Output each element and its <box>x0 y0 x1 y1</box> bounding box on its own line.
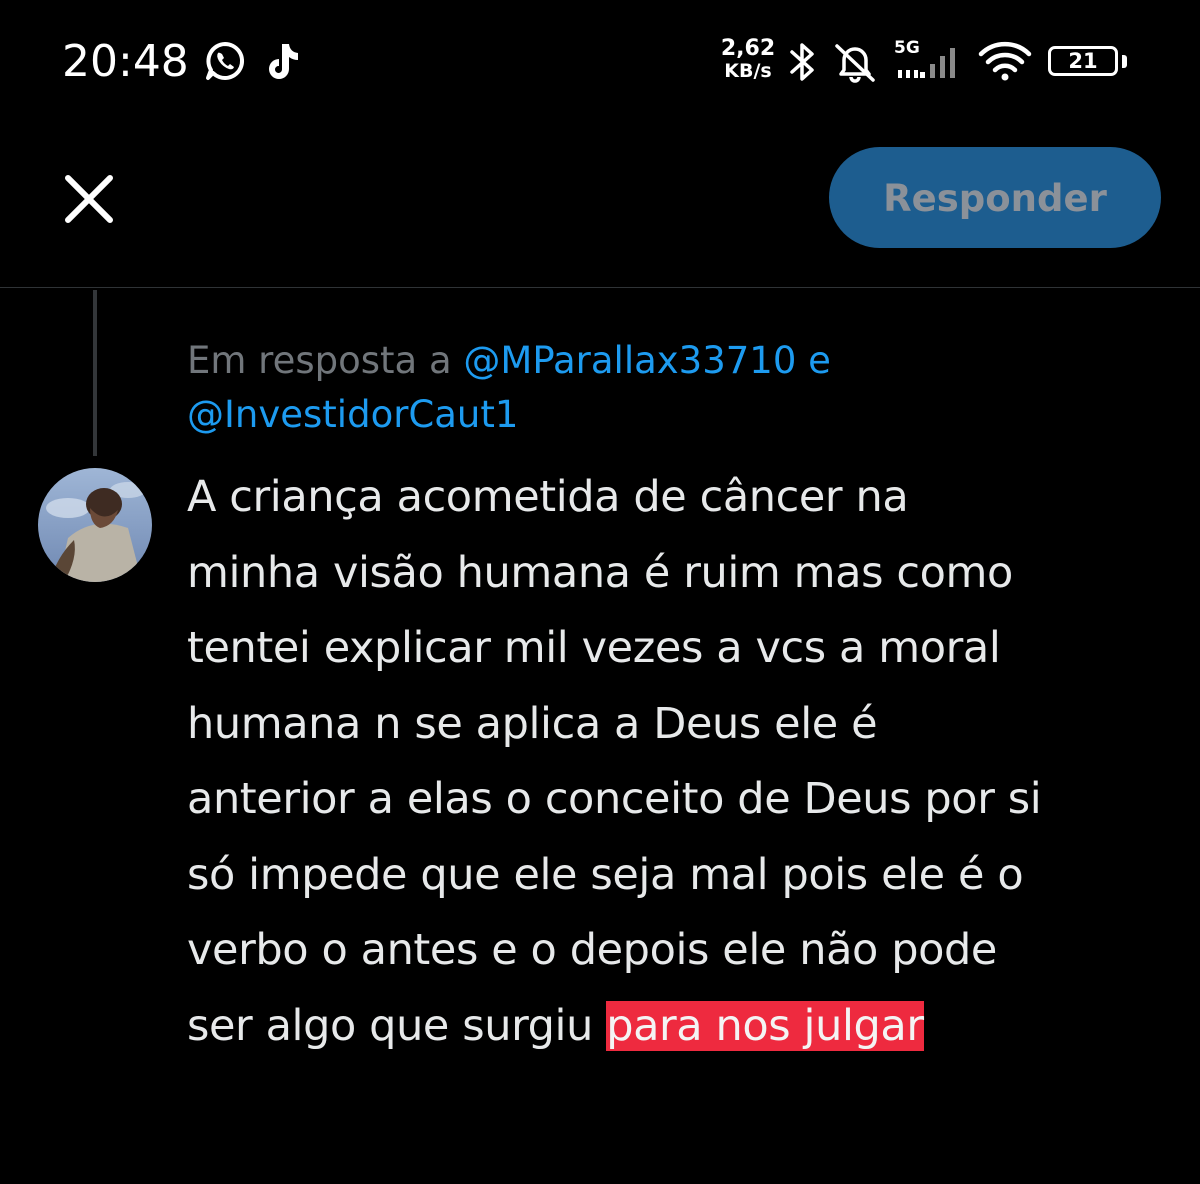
tiktok-icon <box>269 44 298 79</box>
header-divider <box>0 287 1200 288</box>
status-bar: 20:48 2,62 KB/s 5G 21 <box>0 0 1200 130</box>
tweet-line: verbo o antes e o depois ele não pode <box>187 925 997 975</box>
reply-context: Em resposta a @MParallax33710 e @Investi… <box>187 334 1147 442</box>
signal-icon <box>898 48 955 78</box>
network-speed-unit: KB/s <box>724 60 772 82</box>
avatar-image <box>38 468 152 582</box>
mention-link-1[interactable]: @MParallax33710 <box>463 339 796 382</box>
tweet-line: só impede que ele seja mal pois ele é o <box>187 849 1024 900</box>
battery-level: 21 <box>1068 49 1098 73</box>
bluetooth-icon <box>790 43 814 81</box>
mention-link-2[interactable]: @InvestidorCaut1 <box>187 393 518 436</box>
battery-icon: 21 <box>1048 46 1118 76</box>
reply-button[interactable]: Responder <box>829 147 1161 248</box>
tweet-line: tentei explicar mil vezes a vcs a moral <box>187 623 1001 673</box>
wifi-icon <box>978 41 1032 81</box>
mention-conjunction: e <box>808 339 831 382</box>
whatsapp-icon <box>206 41 245 80</box>
mute-icon <box>835 44 875 83</box>
close-button[interactable] <box>58 168 120 230</box>
network-speed: 2,62 KB/s <box>720 36 776 83</box>
tweet-line: minha visão humana é ruim mas como <box>187 547 1013 598</box>
tweet-line: humana n se aplica a Deus ele é <box>187 698 878 749</box>
status-time: 20:48 <box>62 36 189 87</box>
avatar[interactable] <box>38 468 152 582</box>
tweet-text: A criança acometida de câncer na minha v… <box>187 460 1177 1064</box>
network-speed-value: 2,62 <box>720 36 776 61</box>
reply-context-prefix: Em resposta a <box>187 339 452 382</box>
tweet-line: A criança acometida de câncer na <box>187 472 909 522</box>
tweet-line: ser algo que surgiu <box>187 1000 607 1051</box>
thread-line <box>93 290 97 456</box>
tweet-line: anterior a elas o conceito de Deus por s… <box>187 774 1042 824</box>
highlighted-text: para nos julgar <box>606 1000 924 1051</box>
battery-terminal <box>1122 55 1127 68</box>
close-icon <box>65 175 113 223</box>
